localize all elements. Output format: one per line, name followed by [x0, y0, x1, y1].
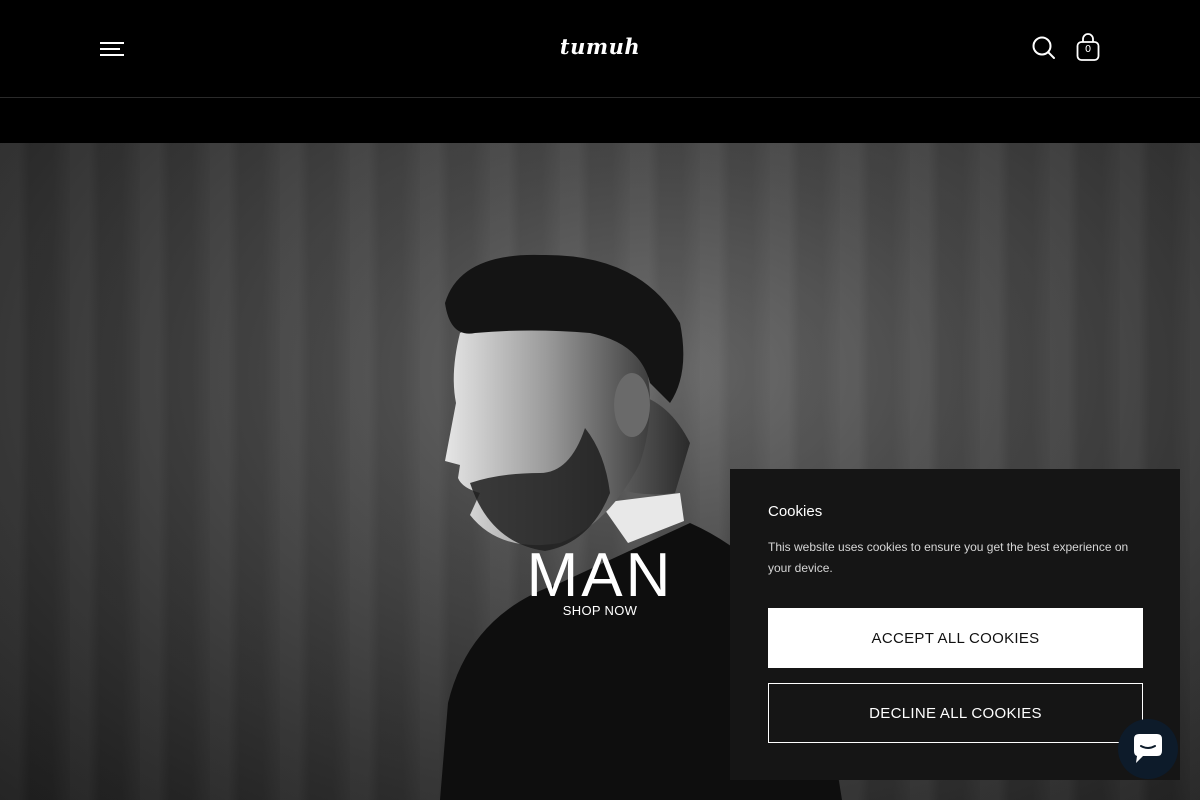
- search-button[interactable]: [1030, 34, 1058, 62]
- cookie-title: Cookies: [768, 503, 823, 520]
- search-icon: [1032, 36, 1055, 59]
- cart-count-badge: 0: [1084, 44, 1092, 55]
- chat-widget-button[interactable]: [1118, 719, 1178, 779]
- announcement-bar: [0, 98, 1200, 143]
- cookie-description: This website uses cookies to ensure you …: [768, 540, 1129, 575]
- shop-now-link[interactable]: SHOP NOW: [540, 603, 660, 618]
- decline-all-cookies-button[interactable]: DECLINE ALL COOKIES: [768, 683, 1143, 743]
- cookie-consent-panel: Cookies This website uses cookies to ens…: [730, 469, 1180, 780]
- site-header: tumuh 0: [0, 0, 1200, 98]
- accept-all-cookies-button[interactable]: ACCEPT ALL COOKIES: [768, 608, 1143, 668]
- cart-button[interactable]: 0: [1074, 32, 1102, 64]
- site-logo[interactable]: tumuh: [0, 34, 1200, 59]
- chat-bubble-icon: [1134, 734, 1162, 763]
